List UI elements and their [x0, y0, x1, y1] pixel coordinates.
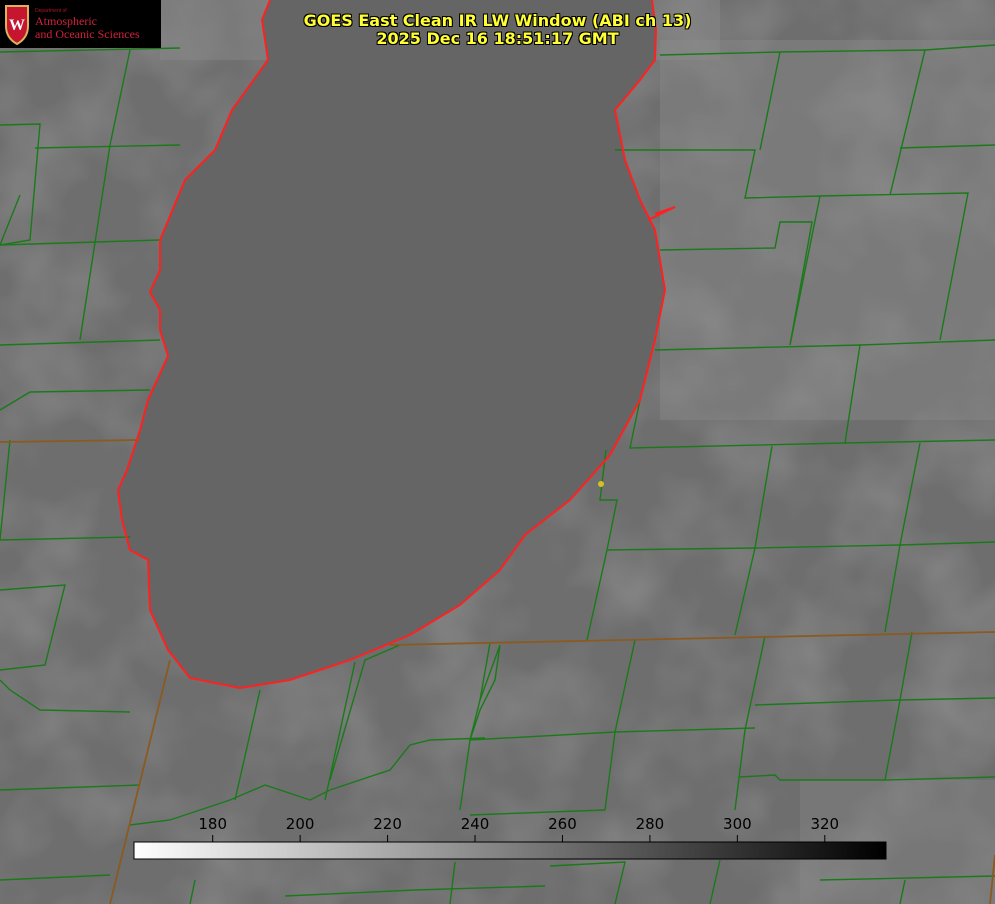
satellite-map[interactable]	[0, 0, 995, 904]
colorbar-tick-label: 200	[285, 815, 315, 833]
cloud-patch-east	[660, 40, 995, 420]
uw-crest-icon: W	[5, 5, 29, 46]
colorbar-tick-label: 320	[810, 815, 840, 833]
colorbar-tick-label: 260	[548, 815, 577, 833]
colorbar-tick-label: 180	[198, 815, 228, 833]
colorbar-tick-label: 220	[373, 815, 402, 833]
logo-line2: and Oceanic Sciences	[35, 27, 140, 41]
colorbar-tick-label: 240	[460, 815, 490, 833]
location-marker[interactable]	[598, 481, 604, 487]
colorbar	[133, 841, 887, 860]
colorbar-tick-label: 300	[723, 815, 752, 833]
aos-logo[interactable]: W Department of Atmospheric and Oceanic …	[0, 0, 161, 48]
svg-text:W: W	[9, 17, 25, 34]
colorbar-tick-label: 280	[635, 815, 665, 833]
